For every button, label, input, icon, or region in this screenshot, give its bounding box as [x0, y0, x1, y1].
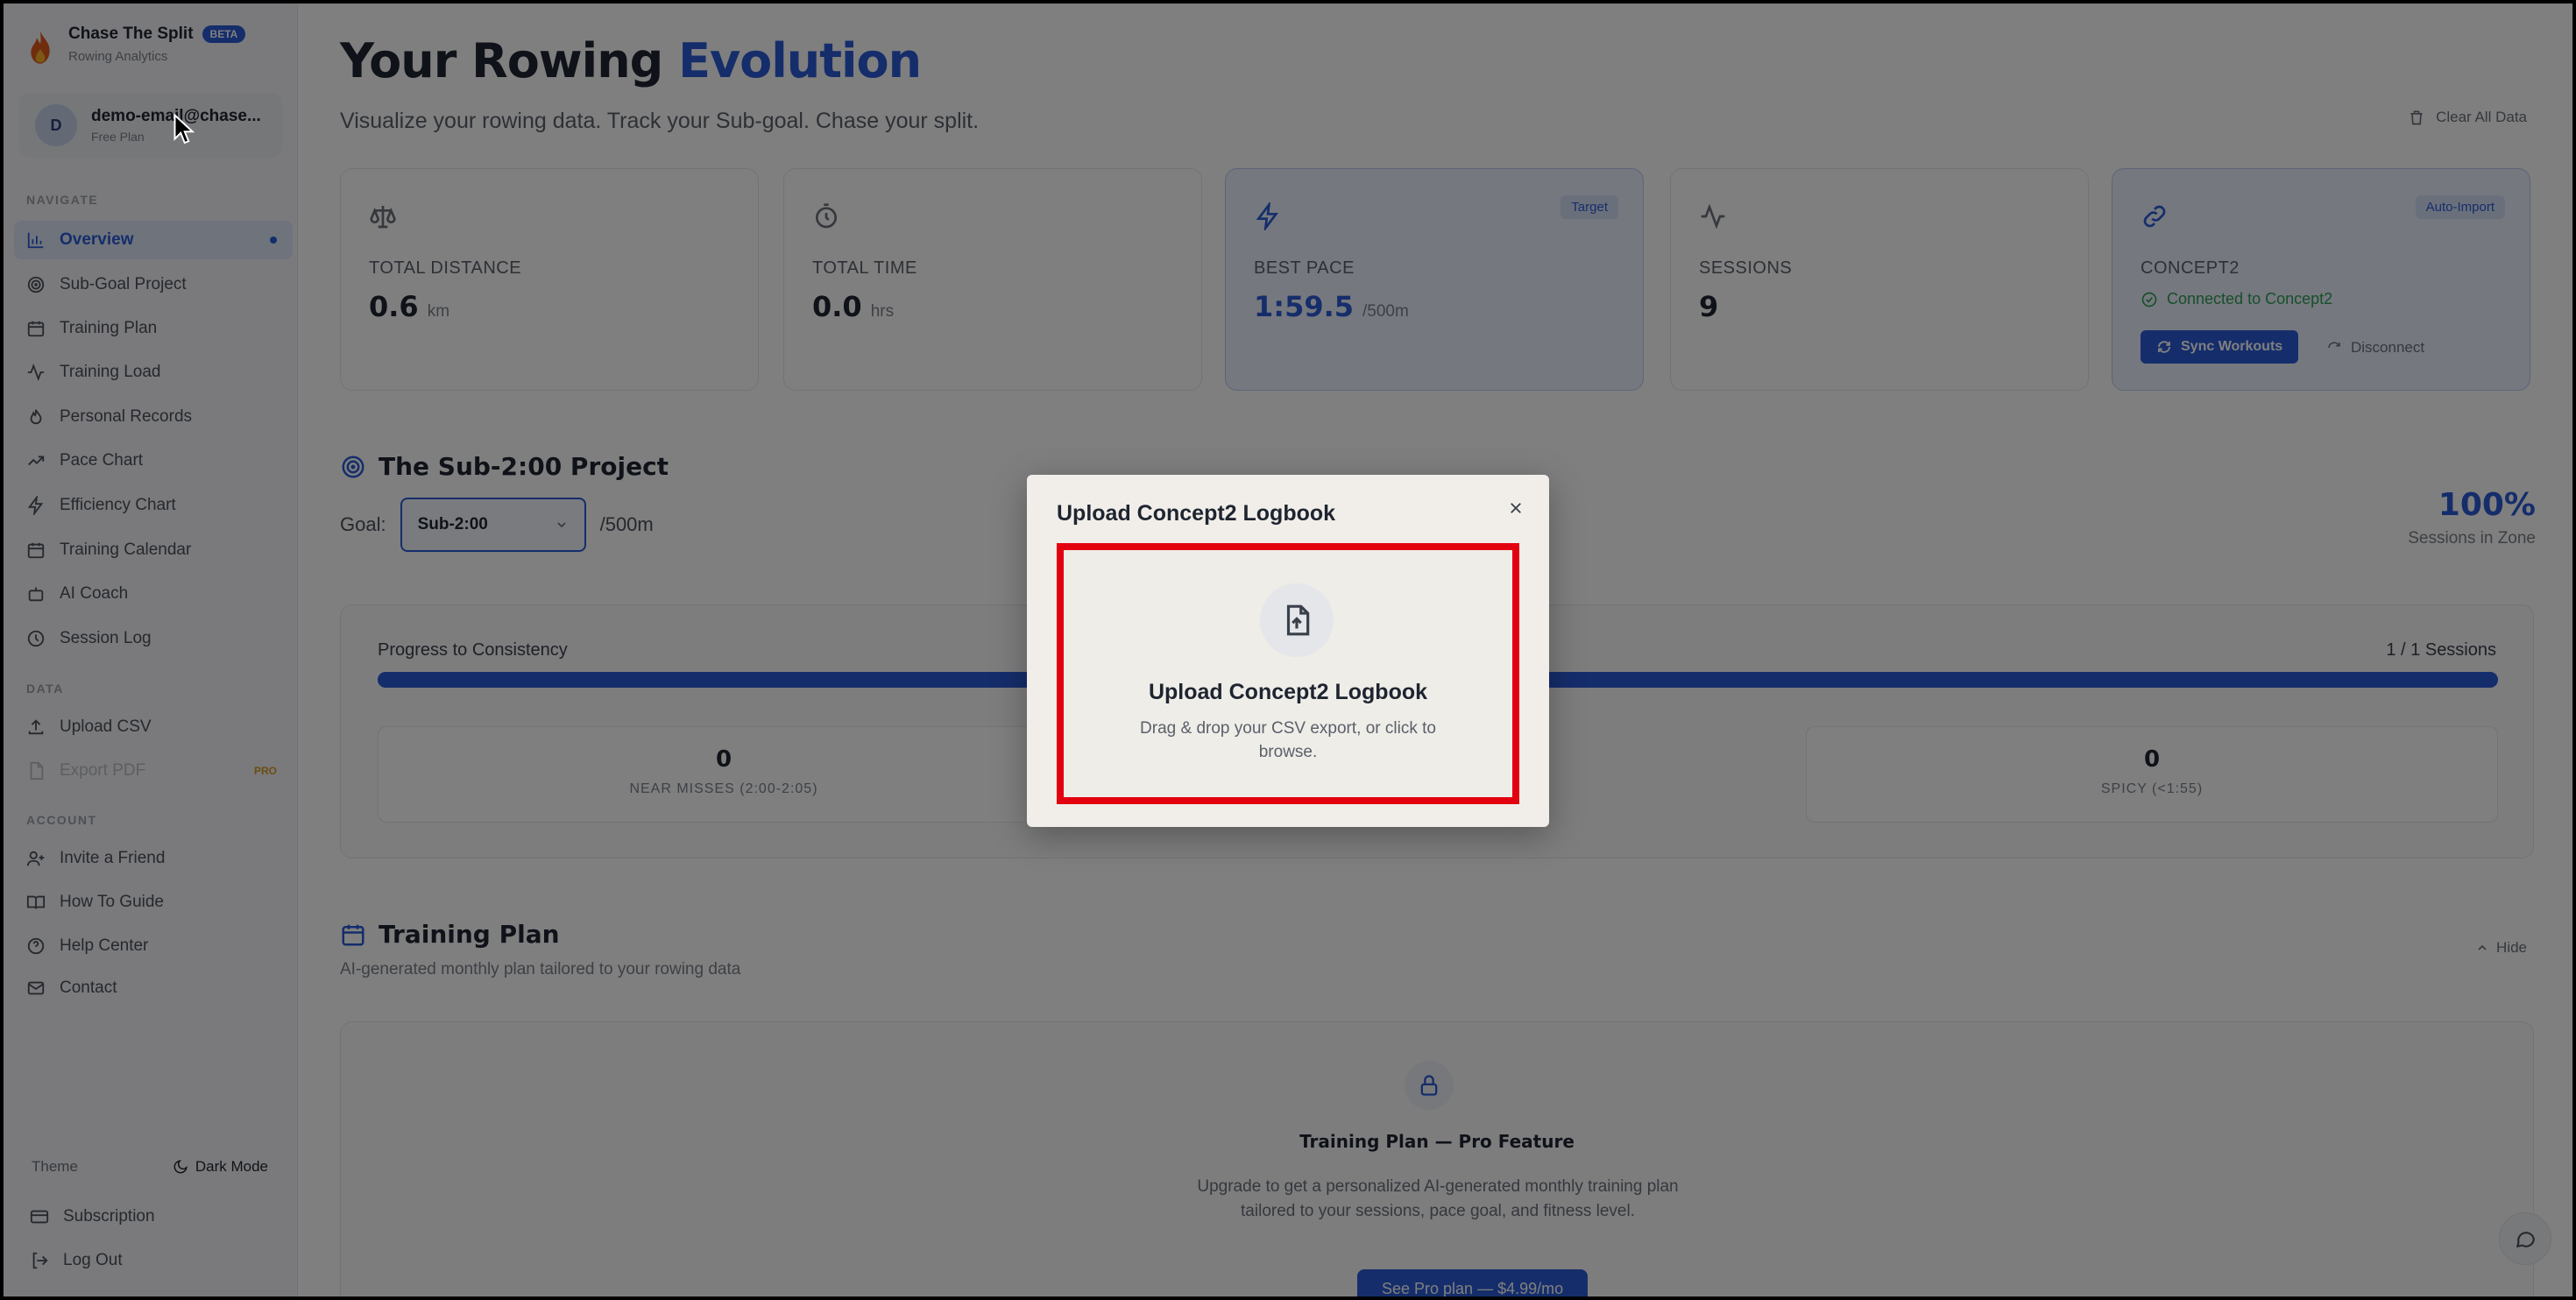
- file-dropzone[interactable]: Upload Concept2 Logbook Drag & drop your…: [1057, 543, 1519, 804]
- upload-modal: Upload Concept2 Logbook Upload Concept2 …: [1027, 475, 1549, 827]
- modal-title: Upload Concept2 Logbook: [1057, 501, 1336, 526]
- close-icon: [1511, 503, 1521, 513]
- dropzone-description: Drag & drop your CSV export, or click to…: [1140, 719, 1436, 761]
- dropzone-title: Upload Concept2 Logbook: [1148, 680, 1428, 704]
- mouse-cursor-icon: [173, 114, 195, 145]
- file-upload-icon: [1260, 583, 1334, 657]
- close-button[interactable]: [1504, 496, 1528, 520]
